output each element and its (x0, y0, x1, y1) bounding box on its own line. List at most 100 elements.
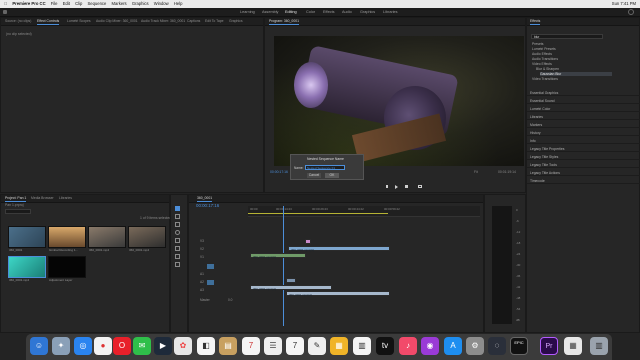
track-label-v2[interactable]: V2 (200, 247, 204, 253)
thumb-clip-2[interactable] (48, 226, 86, 248)
tab-source[interactable]: Source: (no clips) (5, 18, 31, 25)
podcasts-icon[interactable]: ◉ (421, 337, 439, 355)
panel-legacy-title-styles[interactable]: Legacy Title Styles (527, 154, 640, 160)
tree-lumetri-presets[interactable]: Lumetri Presets (532, 47, 556, 51)
pages-icon[interactable]: ✎ (308, 337, 326, 355)
system-preferences-icon[interactable]: ⚙ (466, 337, 484, 355)
work-area-bar[interactable] (248, 213, 388, 214)
export-frame-icon[interactable] (418, 185, 422, 188)
photos-icon[interactable]: ✿ (174, 337, 192, 355)
workspace-libraries[interactable]: Libraries (383, 8, 398, 16)
step-forward-icon[interactable] (405, 185, 408, 188)
thumb-clip-6[interactable] (48, 256, 86, 278)
app-store-icon[interactable]: A (444, 337, 462, 355)
menu-file[interactable]: File (51, 0, 58, 8)
thumb-clip-1[interactable] (8, 226, 46, 248)
workspace-audio[interactable]: Audio (342, 8, 352, 16)
tree-audio-transitions[interactable]: Audio Transitions (532, 57, 558, 61)
clip-a2[interactable]: 360_0001.mp4 [A] (250, 285, 332, 291)
safari-icon[interactable]: ◎ (74, 337, 92, 355)
tab-timeline-sequence[interactable]: 360_0001 (197, 195, 213, 202)
mark-in-icon[interactable] (386, 185, 388, 188)
facetime-icon[interactable]: ▶ (154, 337, 172, 355)
hand-tool-icon[interactable] (175, 254, 180, 259)
tab-effects[interactable]: Effects (530, 18, 541, 25)
clip-v2[interactable]: 360_0001.mp4 [V] (288, 246, 390, 252)
dialog-cancel-button[interactable]: Cancel (307, 173, 321, 178)
tab-effect-controls[interactable]: Effect Controls (37, 18, 60, 25)
contacts-icon[interactable]: ◧ (197, 337, 215, 355)
epic-games-icon[interactable]: EPIC (510, 337, 528, 355)
tab-media-browser[interactable]: Media Browser (31, 195, 54, 202)
panel-info[interactable]: Info (527, 138, 640, 144)
search-icon[interactable] (628, 9, 634, 15)
tab-libraries[interactable]: Libraries (59, 195, 72, 202)
effects-search-input[interactable]: blur (531, 34, 603, 39)
apple-menu-icon[interactable]:  (4, 0, 7, 8)
clip-a1[interactable] (286, 278, 296, 283)
playhead[interactable] (283, 206, 284, 326)
panel-essential-sound[interactable]: Essential Sound (527, 98, 640, 104)
terminal-icon[interactable]: ◌ (488, 337, 506, 355)
pen-tool-icon[interactable] (175, 246, 180, 251)
workspace-color[interactable]: Color (306, 8, 315, 16)
clip-v3[interactable] (305, 239, 311, 244)
workspace-graphics[interactable]: Graphics (360, 8, 375, 16)
launchpad-icon[interactable]: ✦ (52, 337, 70, 355)
timeline-timecode[interactable]: 00:00:17:16 (196, 203, 219, 208)
workspace-learning[interactable]: Learning (240, 8, 255, 16)
menu-help[interactable]: Help (174, 0, 183, 8)
messages-icon[interactable]: ✉ (133, 337, 151, 355)
panel-history[interactable]: History (527, 130, 640, 136)
workspace-editing[interactable]: Editing (285, 8, 297, 16)
program-video-frame[interactable] (274, 36, 524, 166)
track-label-v3[interactable]: V3 (200, 239, 204, 245)
tree-blur-sharpen[interactable]: Blur & Sharpen (536, 67, 559, 71)
menu-sequence[interactable]: Sequence (87, 0, 106, 8)
tree-video-effects[interactable]: Video Effects (532, 62, 552, 66)
tree-presets[interactable]: Presets (532, 42, 544, 46)
panel-essential-graphics[interactable]: Essential Graphics (527, 90, 640, 96)
opera-icon[interactable]: O (113, 337, 131, 355)
track-label-a1[interactable]: A1 (200, 272, 204, 278)
workspace-effects[interactable]: Effects (323, 8, 335, 16)
track-select-tool-icon[interactable] (175, 214, 180, 219)
trash-icon[interactable]: ▥ (590, 337, 608, 355)
menu-markers[interactable]: Markers (112, 0, 127, 8)
music-icon[interactable]: ♪ (399, 337, 417, 355)
dialog-ok-button[interactable]: OK (325, 173, 339, 178)
panel-legacy-title-actions[interactable]: Legacy Title Actions (527, 170, 640, 176)
tree-gaussian-blur[interactable]: Gaussian Blur (540, 72, 612, 76)
calendar-alt-icon[interactable]: 7 (286, 337, 304, 355)
app-menu[interactable]: Premiere Pro CC (12, 0, 45, 8)
thumb-clip-4[interactable] (128, 226, 166, 248)
menu-graphics[interactable]: Graphics (132, 0, 149, 8)
downloads-folder-icon[interactable]: ▦ (564, 337, 582, 355)
tab-audio-clip-mixer[interactable]: Audio Clip Mixer: 360_0001 (96, 18, 138, 25)
tab-edit-to-tape[interactable]: Edit To Tape (205, 18, 224, 25)
source-patch-v1[interactable] (207, 264, 214, 269)
menu-edit[interactable]: Edit (63, 0, 70, 8)
tab-lumetri-scopes[interactable]: Lumetri Scopes (67, 18, 91, 25)
thumb-clip-5-selected[interactable] (8, 256, 46, 278)
ripple-edit-tool-icon[interactable] (175, 222, 180, 227)
panel-legacy-title-tools[interactable]: Legacy Title Tools (527, 162, 640, 168)
clip-v1[interactable]: 360_0001.mp4 [V] (250, 253, 306, 259)
play-icon[interactable] (395, 185, 398, 189)
selection-tool-icon[interactable] (175, 206, 180, 211)
panel-lumetri-color[interactable]: Lumetri Color (527, 106, 640, 112)
program-fit-select[interactable]: Fit (474, 170, 478, 174)
tree-video-transitions[interactable]: Video Transitions (532, 77, 558, 81)
premiere-pro-icon[interactable]: Pr (540, 337, 558, 355)
apple-tv-icon[interactable]: tv (376, 337, 394, 355)
reminders-icon[interactable]: ☰ (264, 337, 282, 355)
home-icon[interactable] (3, 10, 7, 14)
menu-clip[interactable]: Clip (75, 0, 82, 8)
thumb-clip-3[interactable] (88, 226, 126, 248)
numbers-icon[interactable]: ▥ (353, 337, 371, 355)
program-timecode[interactable]: 00:00:17:16 (270, 170, 288, 174)
source-patch-a1[interactable] (207, 280, 214, 285)
notes-icon[interactable]: ▤ (219, 337, 237, 355)
tab-captions[interactable]: Captions (187, 18, 200, 25)
type-tool-icon[interactable] (175, 262, 180, 267)
